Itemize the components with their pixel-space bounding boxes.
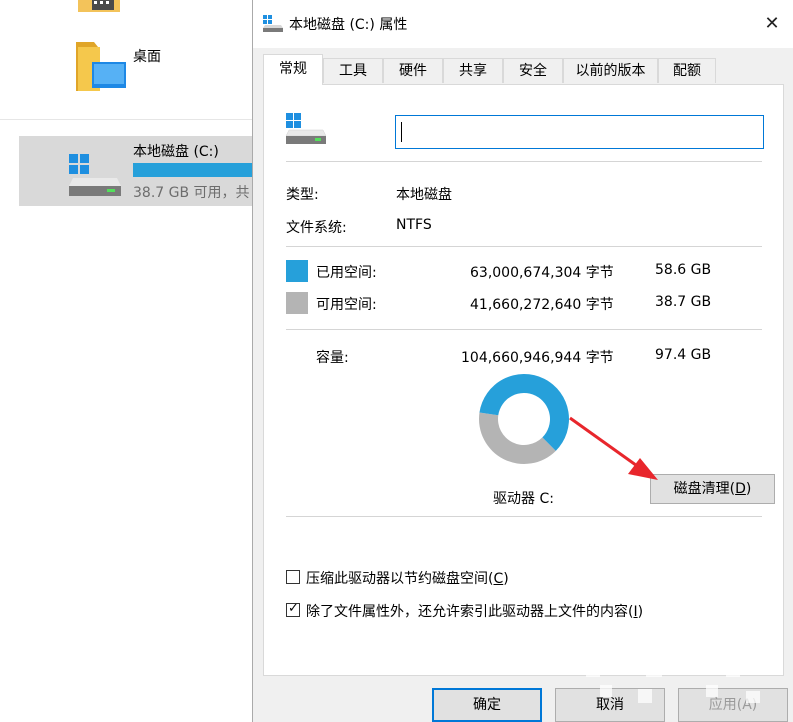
disk-cleanup-accesskey: D bbox=[735, 481, 746, 497]
tab-security[interactable]: 安全 bbox=[503, 58, 563, 83]
usage-donut-chart bbox=[479, 374, 569, 464]
tab-previous-versions[interactable]: 以前的版本 bbox=[563, 58, 658, 83]
desktop-folder-label: 桌面 bbox=[133, 49, 161, 65]
used-space-label: 已用空间: bbox=[316, 265, 377, 281]
tab-general[interactable]: 常规 bbox=[263, 54, 323, 85]
text-caret bbox=[401, 122, 402, 142]
compress-drive-text: 压缩此驱动器以节约磁盘空间( bbox=[306, 571, 494, 587]
divider bbox=[286, 246, 762, 247]
free-space-swatch bbox=[286, 292, 308, 314]
free-space-bytes: 41,660,272,640 字节 bbox=[470, 297, 614, 313]
index-contents-checkbox[interactable]: ✓ bbox=[286, 601, 300, 617]
ok-button[interactable]: 确定 bbox=[432, 688, 542, 722]
drive-icon bbox=[69, 154, 121, 196]
drive-name: 本地磁盘 (C:) bbox=[133, 144, 219, 160]
filesystem-label: 文件系统: bbox=[286, 220, 347, 236]
disk-cleanup-label-end: ) bbox=[745, 481, 752, 497]
video-folder-icon bbox=[78, 0, 120, 12]
volume-label-input[interactable] bbox=[395, 115, 764, 149]
close-button[interactable]: ✕ bbox=[758, 10, 786, 38]
drive-icon bbox=[263, 15, 283, 32]
explorer-divider bbox=[0, 119, 252, 120]
free-space-gb: 38.7 GB bbox=[655, 294, 712, 310]
capacity-gb: 97.4 GB bbox=[655, 347, 712, 363]
drive-properties-dialog: 本地磁盘 (C:) 属性 ✕ 常规 工具 硬件 共享 安全 以前的版本 配额 类… bbox=[252, 0, 793, 722]
local-disk-c-item[interactable]: 本地磁盘 (C:) 38.7 GB 可用，共 bbox=[19, 136, 254, 206]
compress-drive-checkbox[interactable] bbox=[286, 570, 300, 584]
divider bbox=[286, 329, 762, 330]
divider bbox=[286, 161, 762, 162]
index-contents-text-end: ) bbox=[637, 604, 644, 620]
index-contents-text: 除了文件属性外，还允许索引此驱动器上文件的内容( bbox=[306, 604, 634, 620]
tab-sharing[interactable]: 共享 bbox=[443, 58, 503, 83]
drive-letter-label: 驱动器 C: bbox=[493, 491, 554, 507]
disk-cleanup-label: 磁盘清理( bbox=[673, 481, 736, 497]
desktop-folder-icon bbox=[76, 42, 126, 91]
dialog-title: 本地磁盘 (C:) 属性 bbox=[289, 17, 408, 33]
compress-drive-label[interactable]: 压缩此驱动器以节约磁盘空间(C) bbox=[306, 568, 509, 588]
divider bbox=[286, 516, 762, 517]
drive-free-space: 38.7 GB 可用，共 bbox=[133, 185, 250, 201]
free-space-label: 可用空间: bbox=[316, 297, 377, 313]
drive-icon bbox=[286, 113, 326, 144]
compress-drive-text-end: ) bbox=[503, 571, 509, 587]
compress-drive-accesskey: C bbox=[493, 571, 504, 587]
tab-hardware[interactable]: 硬件 bbox=[383, 58, 443, 83]
tab-tools[interactable]: 工具 bbox=[323, 58, 383, 83]
checkmark-icon: ✓ bbox=[288, 601, 299, 616]
tab-quota[interactable]: 配额 bbox=[658, 58, 716, 83]
index-contents-label[interactable]: 除了文件属性外，还允许索引此驱动器上文件的内容(I) bbox=[306, 601, 643, 621]
used-space-gb: 58.6 GB bbox=[655, 262, 712, 278]
type-value: 本地磁盘 bbox=[396, 187, 452, 203]
type-label: 类型: bbox=[286, 187, 319, 203]
drive-usage-bar bbox=[133, 163, 254, 177]
used-space-bytes: 63,000,674,304 字节 bbox=[470, 265, 614, 281]
close-icon: ✕ bbox=[764, 13, 780, 34]
general-tab-panel: 类型: 本地磁盘 文件系统: NTFS 已用空间: 63,000,674,304… bbox=[263, 84, 784, 676]
capacity-bytes: 104,660,946,944 字节 bbox=[461, 350, 614, 366]
capacity-label: 容量: bbox=[316, 350, 349, 366]
filesystem-value: NTFS bbox=[396, 217, 432, 233]
used-space-swatch bbox=[286, 260, 308, 282]
dialog-titlebar[interactable]: 本地磁盘 (C:) 属性 ✕ bbox=[253, 0, 793, 48]
watermark-overlay bbox=[586, 659, 778, 703]
disk-cleanup-button[interactable]: 磁盘清理(D) bbox=[650, 474, 775, 504]
